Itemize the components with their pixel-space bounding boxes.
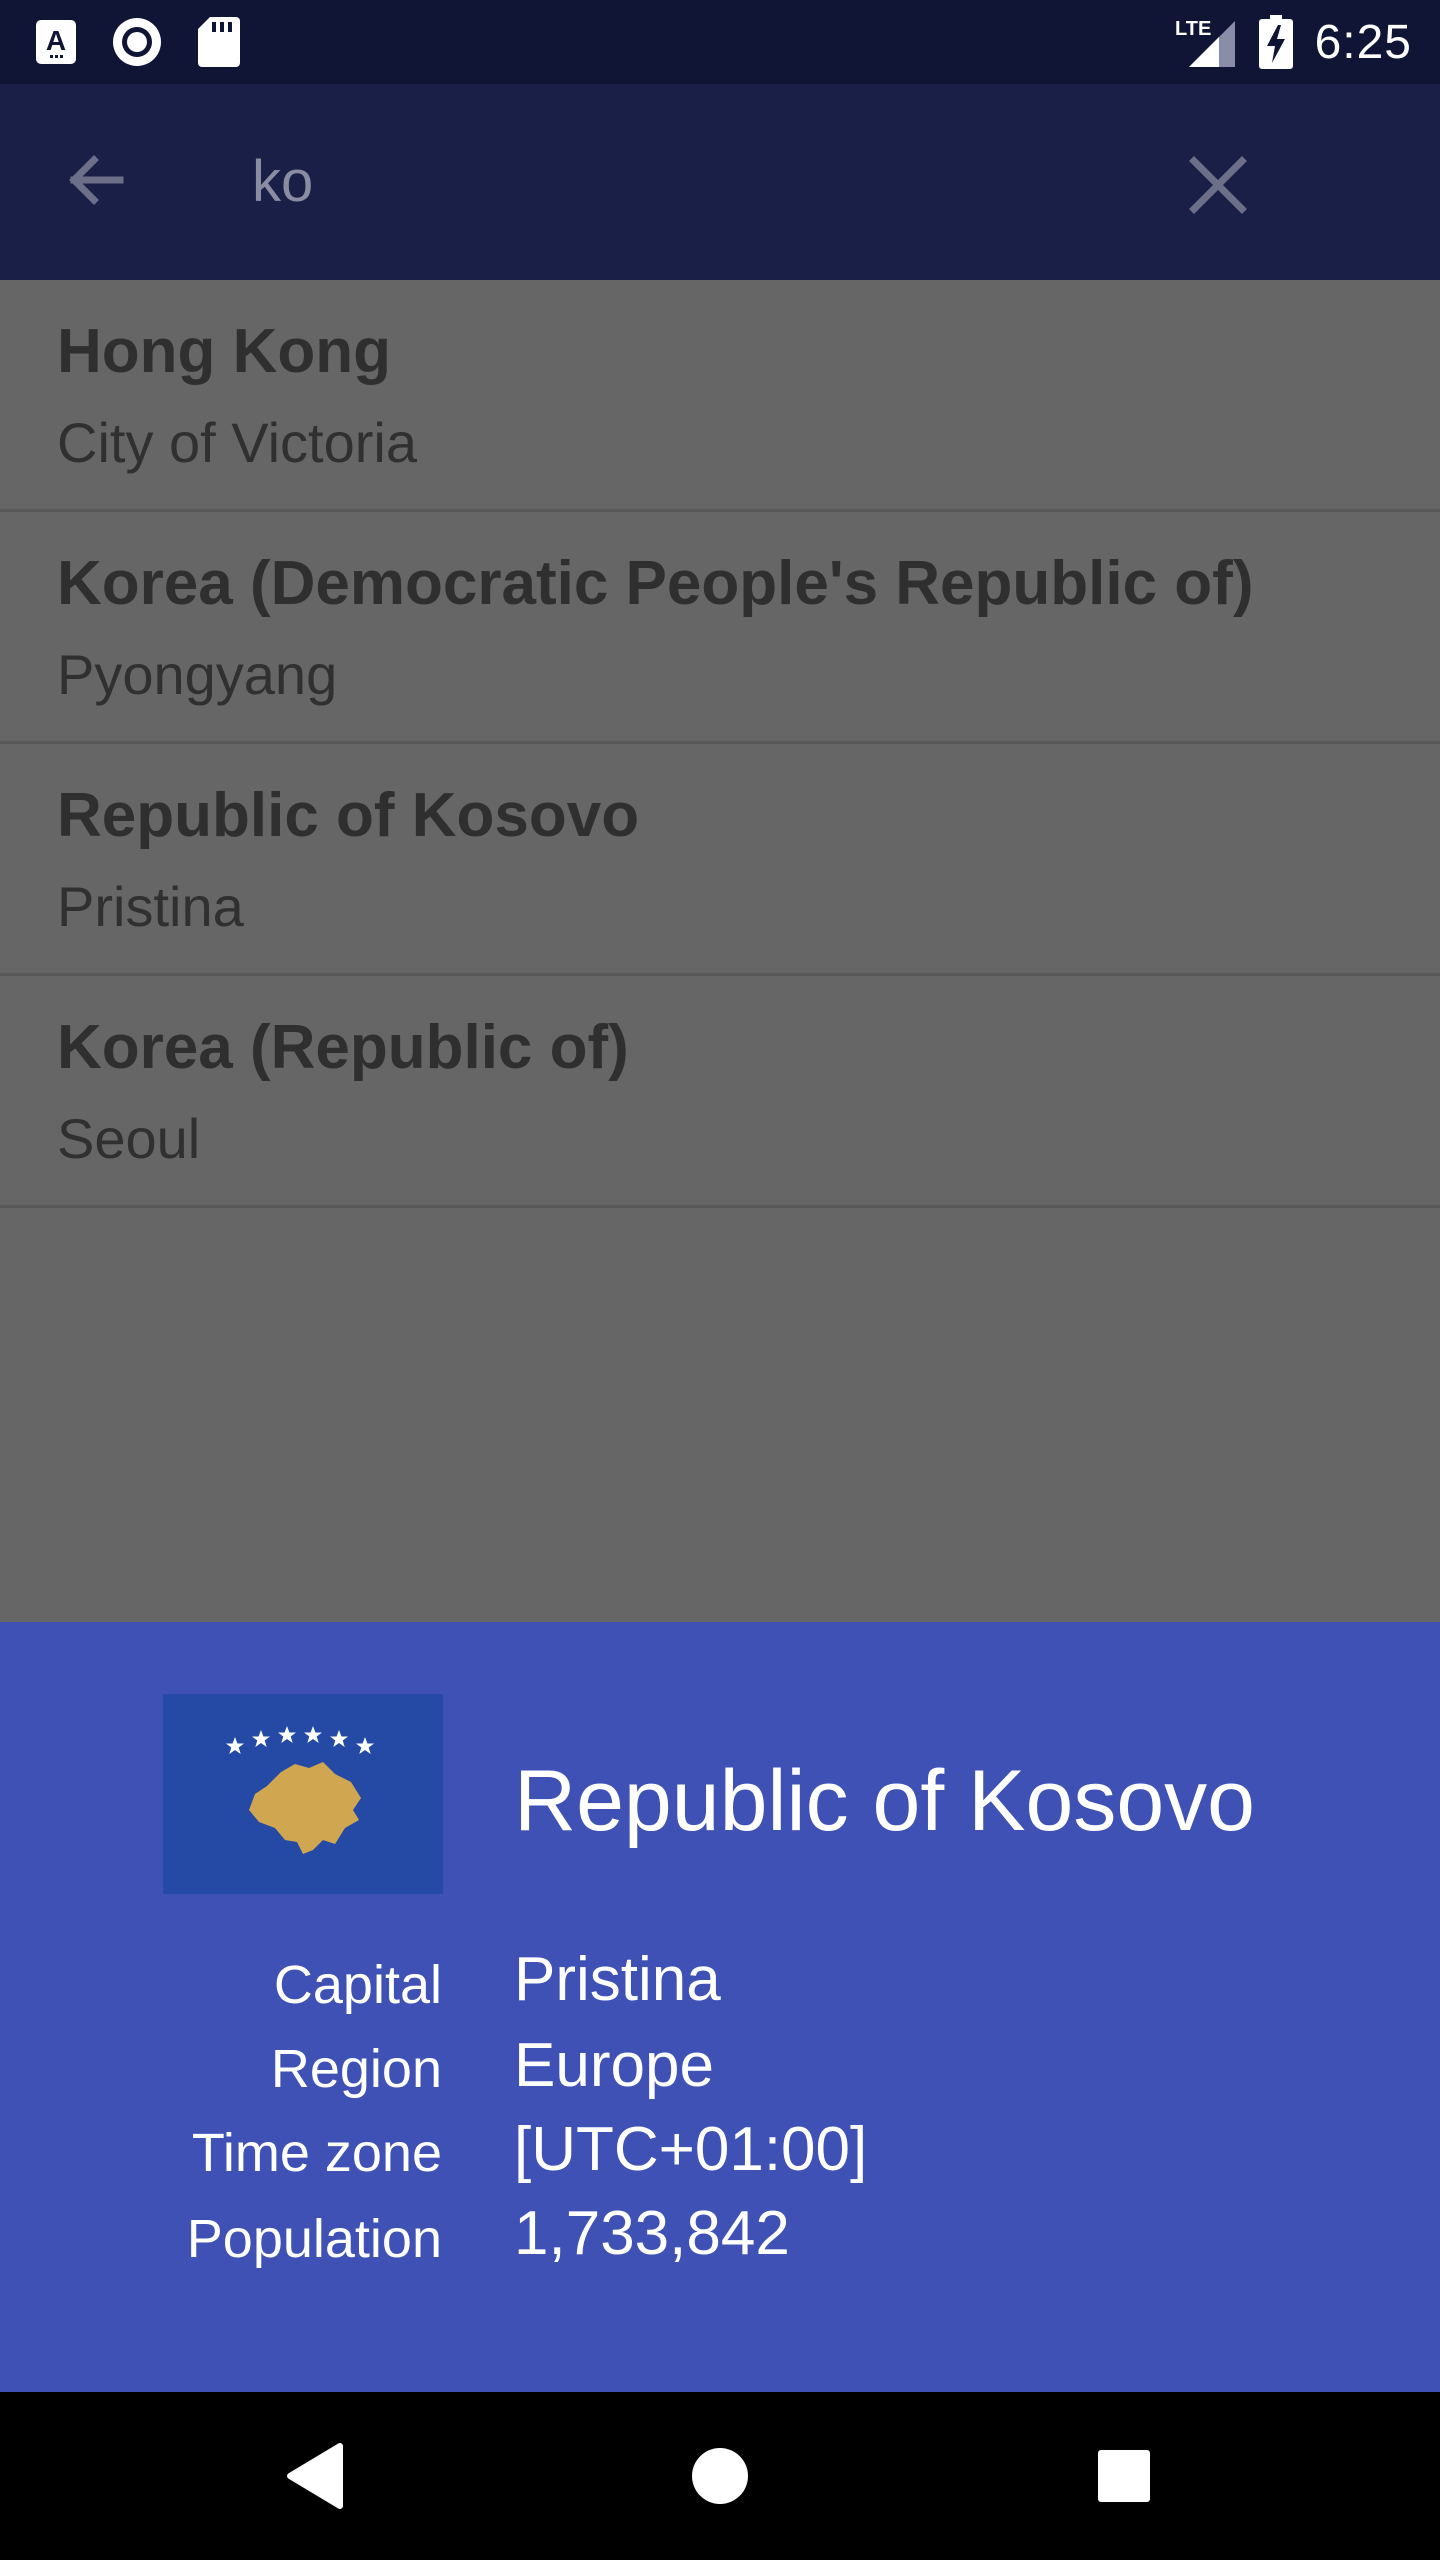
population-label: Population [186,2209,442,2269]
back-arrow-icon[interactable] [58,140,138,220]
sd-card-icon [198,17,240,67]
country-capital: City of Victoria [57,411,417,474]
results-list: Hong Kong City of Victoria Korea (Democr… [0,280,1440,1208]
population-value: 1,733,842 [514,2199,790,2268]
country-name: Korea (Republic of) [57,1013,629,1082]
nav-recents-icon[interactable] [1074,2426,1174,2526]
a-notification-icon: A [36,20,76,64]
country-name: Republic of Kosovo [57,781,640,850]
capital-value: Pristina [514,1945,721,2014]
capital-label: Capital [273,1955,442,2015]
country-name: Korea (Democratic People's Republic of) [57,549,1254,618]
svg-text:A: A [46,25,66,56]
country-capital: Seoul [57,1107,201,1170]
nav-back-icon[interactable] [266,2426,366,2526]
system-nav-bar [0,2392,1440,2560]
search-input[interactable] [250,135,1154,227]
kosovo-flag-icon [163,1694,443,1894]
region-value: Europe [514,2031,714,2100]
clock: 6:25 [1314,15,1412,69]
network-type-label: LTE [1175,18,1211,40]
list-item[interactable]: Korea (Republic of) Seoul [0,976,1440,1208]
country-name: Hong Kong [57,317,392,386]
detail-title: Republic of Kosovo [514,1753,1255,1849]
region-label: Region [270,2039,442,2099]
list-item[interactable]: Hong Kong City of Victoria [0,280,1440,512]
country-detail-sheet: Republic of Kosovo Capital Pristina Regi… [0,1622,1440,2392]
list-item[interactable]: Korea (Democratic People's Republic of) … [0,512,1440,744]
signal-icon: LTE [1175,18,1235,67]
nav-home-icon[interactable] [670,2426,770,2526]
country-capital: Pyongyang [57,643,338,706]
timezone-value: [UTC+01:00] [514,2115,868,2184]
close-icon[interactable] [1178,145,1258,225]
status-bar: A LTE 6:25 [0,0,1440,84]
timezone-label: Time zone [191,2123,442,2183]
list-item[interactable]: Republic of Kosovo Pristina [0,744,1440,976]
country-capital: Pristina [57,875,244,938]
record-icon [113,18,161,66]
battery-charging-icon [1258,15,1293,69]
